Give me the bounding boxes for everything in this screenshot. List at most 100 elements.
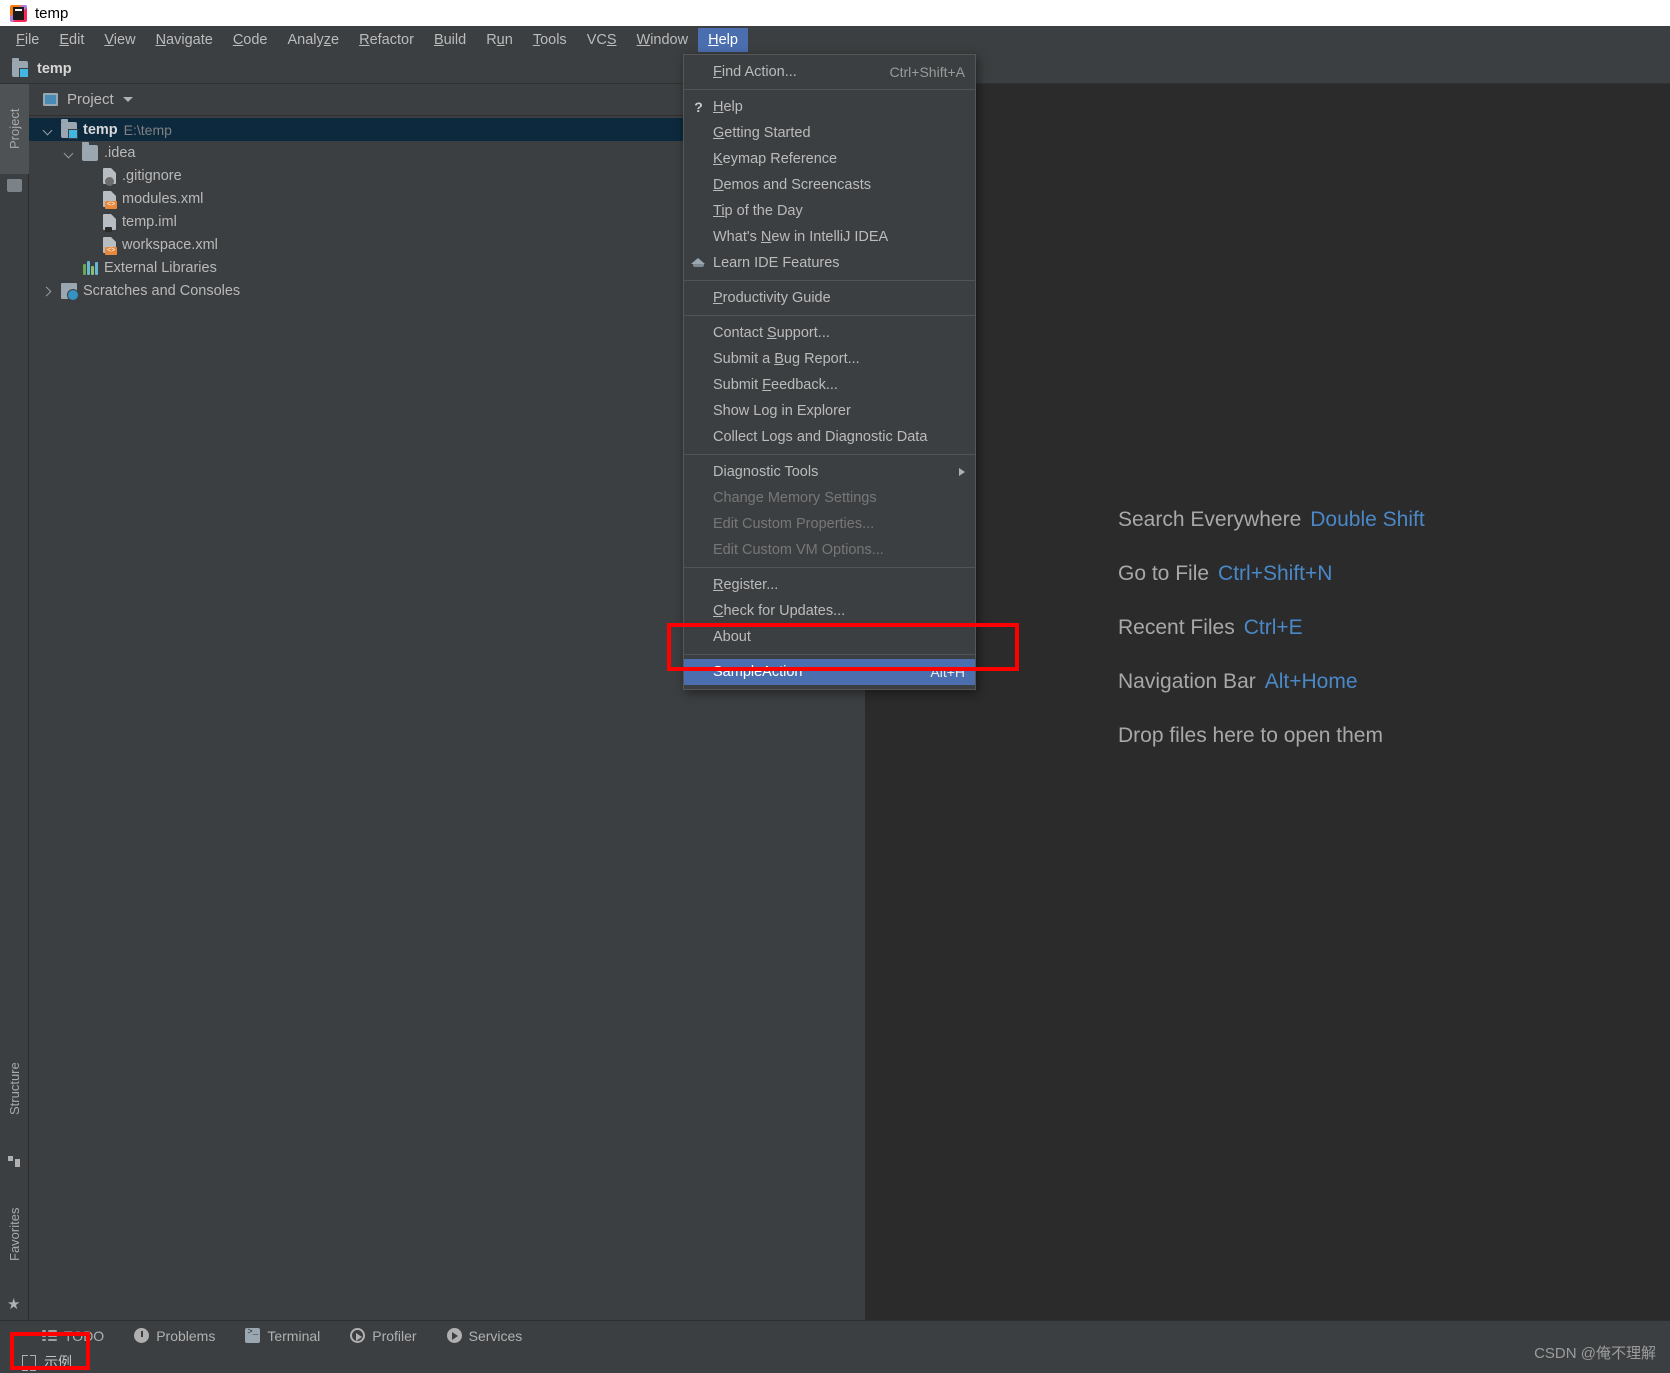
- menu-item-tip-of-the-day[interactable]: Tip of the Day: [684, 198, 975, 224]
- menu-separator: [684, 654, 975, 655]
- menu-item-label: Edit Custom Properties...: [713, 516, 875, 532]
- menu-navigate[interactable]: Navigate: [146, 28, 223, 52]
- tree-twisty-placeholder: [83, 215, 97, 229]
- menu-item-label: Tip of the Day: [713, 203, 803, 219]
- libraries-icon: [82, 260, 98, 276]
- chevron-down-icon[interactable]: [122, 97, 133, 102]
- menu-separator: [684, 315, 975, 316]
- menu-item-label: Register...: [713, 577, 779, 593]
- menu-view[interactable]: View: [94, 28, 145, 52]
- menu-vcs[interactable]: VCS: [577, 28, 627, 52]
- menu-build[interactable]: Build: [424, 28, 476, 52]
- menu-item-check-for-updates[interactable]: Check for Updates...: [684, 598, 975, 624]
- tree-twisty-closed-icon[interactable]: [41, 284, 55, 298]
- status-bar-item[interactable]: 示例: [0, 1352, 72, 1372]
- menu-item-label: Learn IDE Features: [713, 255, 840, 271]
- tool-window-button-services[interactable]: Services: [446, 1328, 522, 1344]
- menu-help[interactable]: Help: [698, 28, 748, 52]
- menu-item-help[interactable]: ? Help: [684, 94, 975, 120]
- folder-icon: [7, 179, 22, 192]
- main-menu-bar[interactable]: File Edit View Navigate Code Analyze Refactor B…: [0, 26, 1670, 54]
- status-bar: 示例: [0, 1350, 1670, 1373]
- graduation-cap-icon: [691, 257, 706, 269]
- profiler-icon: [350, 1328, 366, 1343]
- menu-item-edit-custom-vm-options: Edit Custom VM Options...: [684, 537, 975, 563]
- menu-edit[interactable]: Edit: [49, 28, 94, 52]
- tool-window-button-problems[interactable]: Problems: [134, 1328, 215, 1344]
- sidebar-item-label: Favorites: [7, 1207, 22, 1261]
- menu-file[interactable]: File: [6, 28, 49, 52]
- menu-item-register[interactable]: Register...: [684, 572, 975, 598]
- star-icon: ★: [7, 1296, 21, 1313]
- menu-run[interactable]: Run: [476, 28, 523, 52]
- menu-item-label: Submit a Bug Report...: [713, 351, 860, 367]
- tool-window-button-label: Profiler: [372, 1327, 417, 1344]
- tree-twisty-open-icon[interactable]: [41, 123, 55, 137]
- menu-item-learn-ide-features[interactable]: Learn IDE Features: [684, 250, 975, 276]
- menu-tools[interactable]: Tools: [523, 28, 577, 52]
- menu-item-find-action[interactable]: Find Action... Ctrl+Shift+A: [684, 59, 975, 85]
- menu-item-show-log-in-explorer[interactable]: Show Log in Explorer: [684, 398, 975, 424]
- hint-label: Search Everywhere: [1118, 508, 1302, 531]
- terminal-icon: [245, 1327, 261, 1343]
- menu-item-collect-logs-and-diagnostic-data[interactable]: Collect Logs and Diagnostic Data: [684, 424, 975, 450]
- menu-separator: [684, 89, 975, 90]
- left-tool-window-strip[interactable]: Project Structure Favorites ★: [0, 84, 29, 1320]
- window-title: temp: [35, 4, 69, 22]
- project-view-icon: [43, 93, 58, 106]
- menu-refactor[interactable]: Refactor: [349, 28, 424, 52]
- menu-analyze[interactable]: Analyze: [278, 28, 350, 52]
- tool-window-button-todo[interactable]: TODO: [42, 1328, 104, 1344]
- problems-icon: [134, 1328, 150, 1343]
- tree-item-label: .gitignore: [122, 167, 182, 184]
- menu-code[interactable]: Code: [223, 28, 278, 52]
- sidebar-item-label: Project: [7, 108, 22, 150]
- tree-twisty-open-icon[interactable]: [62, 146, 76, 160]
- tree-twisty-placeholder: [83, 169, 97, 183]
- menu-item-label: Edit Custom VM Options...: [713, 542, 884, 558]
- menu-item-about[interactable]: About: [684, 624, 975, 650]
- menu-item-diagnostic-tools[interactable]: Diagnostic Tools: [684, 459, 975, 485]
- sidebar-item-favorites[interactable]: Favorites: [0, 1179, 29, 1289]
- menu-item-sampleaction[interactable]: SampleAction Alt+H: [684, 659, 975, 685]
- tool-window-button-label: Problems: [156, 1327, 216, 1344]
- menu-item-label: Demos and Screencasts: [713, 177, 871, 193]
- menu-item-submit-feedback[interactable]: Submit Feedback...: [684, 372, 975, 398]
- sidebar-item-structure[interactable]: Structure: [0, 1034, 29, 1144]
- tool-window-button-profiler[interactable]: Profiler: [350, 1327, 417, 1344]
- menu-item-getting-started[interactable]: Getting Started: [684, 120, 975, 146]
- help-dropdown-menu[interactable]: Find Action... Ctrl+Shift+A ? Help Getting S…: [683, 54, 976, 690]
- services-icon: [446, 1328, 462, 1343]
- status-bar-item-label: 示例: [44, 1353, 72, 1370]
- menu-window[interactable]: Window: [627, 28, 699, 52]
- xml-file-icon: <>: [103, 236, 118, 255]
- structure-icon: [8, 1156, 21, 1167]
- menu-item-what-s-new-in-intellij-idea[interactable]: What's New in IntelliJ IDEA: [684, 224, 975, 250]
- menu-item-contact-support[interactable]: Contact Support...: [684, 320, 975, 346]
- tool-window-button-label: TODO: [64, 1327, 105, 1344]
- bottom-tool-window-bar[interactable]: TODO Problems Terminal Profiler Services: [0, 1320, 1670, 1350]
- menu-item-productivity-guide[interactable]: Productivity Guide: [684, 285, 975, 311]
- menu-separator: [684, 454, 975, 455]
- menu-item-keymap-reference[interactable]: Keymap Reference: [684, 146, 975, 172]
- project-panel-title: Project: [67, 91, 114, 108]
- module-icon: [61, 118, 78, 139]
- tree-twisty-placeholder: [83, 192, 97, 206]
- sidebar-item-project[interactable]: Project: [0, 84, 29, 174]
- menu-item-label: Contact Support...: [713, 325, 830, 341]
- hint-label: Navigation Bar: [1118, 670, 1256, 693]
- todo-icon: [42, 1328, 57, 1343]
- tree-item-path: E:\temp: [123, 121, 172, 138]
- menu-item-demos-and-screencasts[interactable]: Demos and Screencasts: [684, 172, 975, 198]
- breadcrumb[interactable]: temp: [37, 61, 72, 77]
- menu-item-label: Diagnostic Tools: [713, 464, 819, 480]
- menu-item-label: Check for Updates...: [713, 603, 846, 619]
- tree-item-label: .idea: [104, 144, 136, 161]
- tree-twisty-placeholder: [83, 238, 97, 252]
- editor-shortcut-hints: Search Everywhere Double Shift Go to File C…: [1118, 508, 1638, 778]
- hint-shortcut: Double Shift: [1310, 508, 1425, 531]
- tool-window-button-terminal[interactable]: Terminal: [245, 1327, 320, 1344]
- menu-item-submit-a-bug-report[interactable]: Submit a Bug Report...: [684, 346, 975, 372]
- menu-item-shortcut: Alt+H: [930, 664, 965, 680]
- tree-item-label: workspace.xml: [122, 236, 218, 253]
